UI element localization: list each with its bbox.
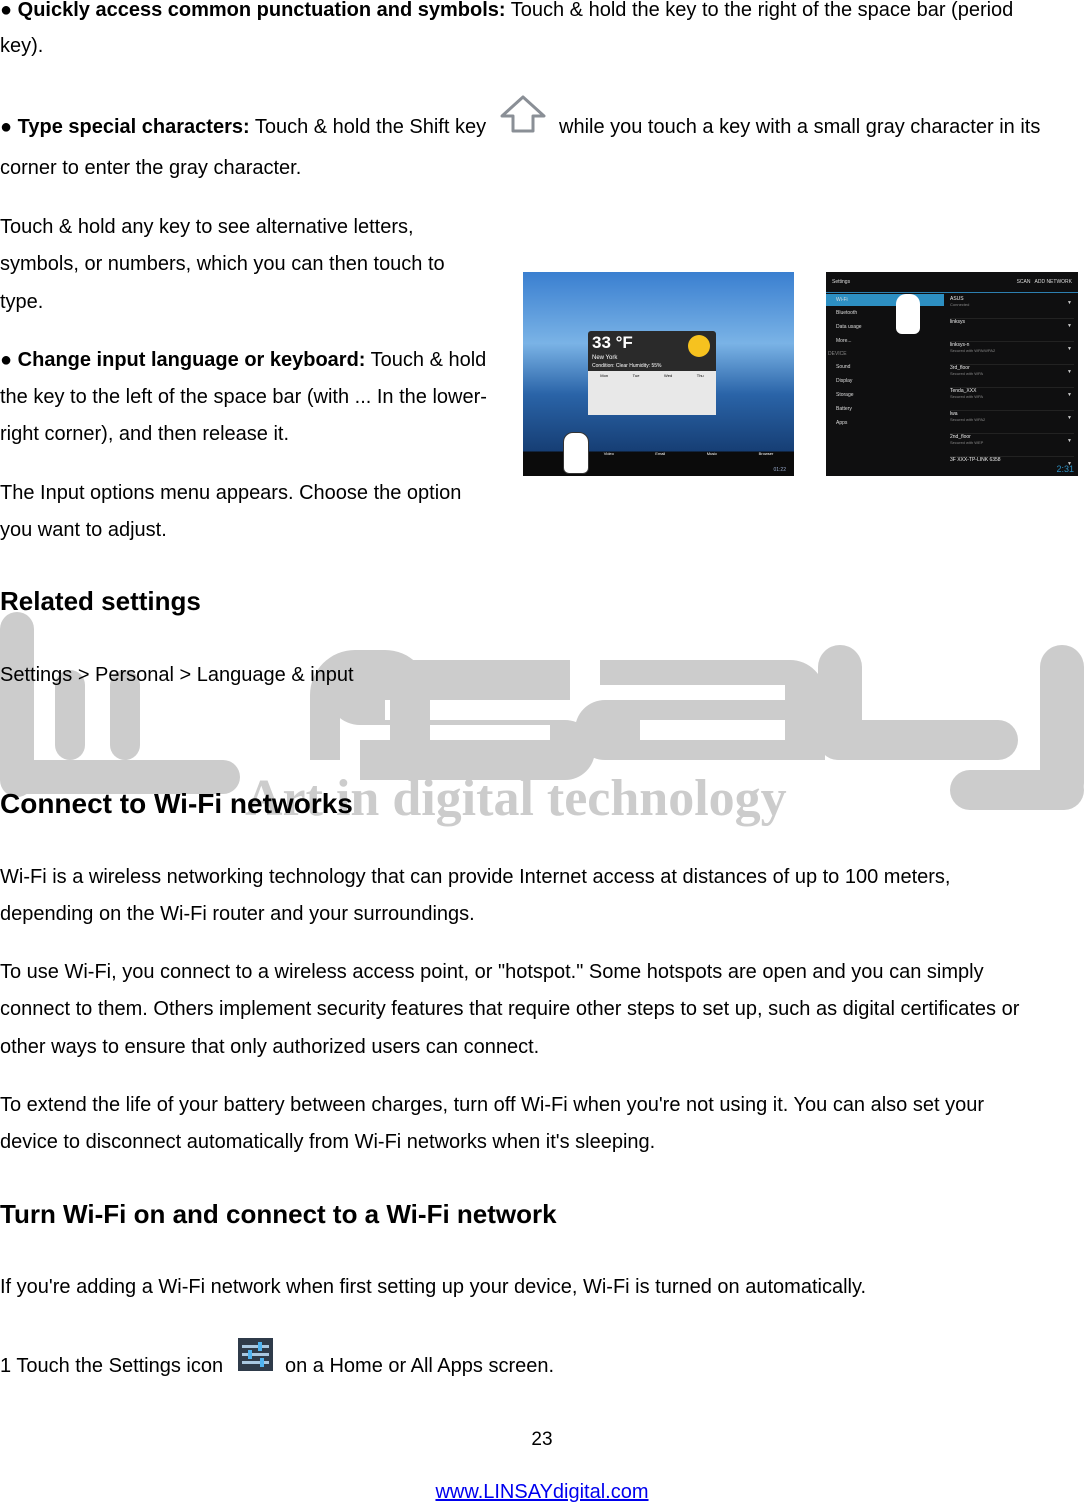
network-row: 2nd_floor Secured with WEP ▼: [950, 434, 1074, 457]
website-link[interactable]: www.LINSAYdigital.com: [435, 1481, 648, 1503]
paragraph-punctuation: ● Quickly access common punctuation and …: [0, 0, 1014, 21]
step-1-text-cont: on a Home or All Apps screen.: [285, 1355, 555, 1377]
text-line: while you touch a key with a small gray …: [559, 116, 1041, 138]
menu-item: Display: [836, 378, 853, 384]
wifi-signal-icon: ▼: [1067, 300, 1072, 306]
settings-path: Settings > Personal > Language & input: [0, 664, 354, 686]
weather-condition: Condition: Clear Humidity: 55%: [592, 363, 662, 369]
wifi-signal-icon: ▼: [1067, 438, 1072, 444]
text-line: the key to the left of the space bar (wi…: [0, 386, 487, 408]
add-network-action: ADD NETWORK: [1034, 279, 1073, 285]
dock-item: Email: [655, 451, 666, 456]
turn-on-wifi-heading: Turn Wi-Fi on and connect to a Wi-Fi net…: [0, 1199, 557, 1229]
step-1-text: 1 Touch the Settings icon: [0, 1355, 224, 1377]
menu-item: Sound: [836, 364, 851, 370]
scan-action: SCAN: [1016, 279, 1031, 285]
network-row: 3rd_floor Secured with WPA ▼: [950, 365, 1074, 388]
page-number: 23: [531, 1429, 553, 1450]
wifi-signal-icon: ▼: [1067, 369, 1072, 375]
paragraph-change-language: ● Change input language or keyboard: Tou…: [0, 349, 487, 371]
network-status: Secured with WPA: [950, 371, 984, 376]
wifi-signal-icon: ▼: [1067, 392, 1072, 398]
sun-icon: [688, 335, 710, 357]
text-line: device to disconnect automatically from …: [0, 1131, 656, 1153]
text-line: type.: [0, 291, 44, 313]
shift-arrow-icon: [500, 95, 546, 133]
text-line: If you're adding a Wi-Fi network when fi…: [0, 1276, 867, 1298]
network-status: Secured with WPA2: [950, 417, 986, 422]
network-name: linksys: [950, 319, 966, 325]
menu-item: Data usage: [836, 324, 862, 330]
text-line: key).: [0, 35, 44, 57]
menu-item: More...: [836, 338, 852, 344]
network-status: Connected: [950, 302, 970, 307]
forecast-day: Tue: [632, 373, 640, 378]
settings-title: Settings: [832, 279, 851, 285]
text-line: other ways to ensure that only authorize…: [0, 1036, 540, 1058]
network-row: linksys-n Secured with WPA/WPA2 ▼: [950, 342, 1074, 365]
network-row: lwa Secured with WPA2 ▼: [950, 411, 1074, 434]
network-row: linksys ▼: [950, 319, 1074, 342]
network-status: Secured with WPA: [950, 394, 984, 399]
text-line: The Input options menu appears. Choose t…: [0, 482, 462, 504]
forecast-day: Thu: [696, 373, 704, 378]
network-name: 3F XXX-TP-LINK 6358: [950, 457, 1001, 463]
menu-item: Battery: [836, 406, 852, 412]
status-clock: 01:22: [773, 467, 786, 473]
text-line: you want to adjust.: [0, 519, 167, 541]
hand-pointer-icon: [563, 432, 589, 474]
menu-item: Apps: [836, 420, 848, 426]
wifi-signal-icon: ▼: [1067, 323, 1072, 329]
status-clock: 2:31: [1056, 464, 1074, 474]
home-screen-screenshot: 33 °F New York Condition: Clear Humidity…: [523, 272, 794, 476]
wifi-heading: Connect to Wi-Fi networks: [0, 788, 353, 819]
weather-city: New York: [592, 355, 618, 361]
settings-screenshot: Settings SCAN ADD NETWORK Wi-Fi Bluetoot…: [826, 272, 1078, 476]
network-status: Secured with WEP: [950, 440, 984, 445]
forecast-day: Mon: [600, 373, 609, 378]
network-status: Secured with WPA/WPA2: [950, 348, 996, 353]
network-row: 3F XXX-TP-LINK 6358 ▼: [950, 457, 1074, 476]
text-line: symbols, or numbers, which you can then …: [0, 253, 445, 275]
paragraph-special-chars: ● Type special characters: Touch & hold …: [0, 116, 487, 138]
weather-temp: 33 °F: [592, 333, 633, 352]
text-line: corner to enter the gray character.: [0, 157, 302, 179]
text-line: To extend the life of your battery betwe…: [0, 1094, 985, 1116]
text-line: To use Wi-Fi, you connect to a wireless …: [0, 961, 984, 983]
forecast-day: Wed: [664, 373, 673, 378]
text-line: Wi-Fi is a wireless networking technolog…: [0, 866, 951, 888]
menu-section: DEVICE: [828, 351, 847, 357]
menu-item: Wi-Fi: [826, 294, 944, 306]
wifi-signal-icon: ▼: [1067, 415, 1072, 421]
text-line: right corner), and then release it.: [0, 423, 290, 445]
menu-item: Bluetooth: [836, 310, 858, 316]
menu-item: Storage: [836, 392, 854, 398]
dock-item: Video: [603, 451, 614, 456]
hand-pointer-icon: [896, 294, 920, 334]
network-row: ASUS Connected ▼: [950, 296, 1074, 319]
text-line: depending on the Wi-Fi router and your s…: [0, 903, 475, 925]
text-line: Touch & hold any key to see alternative …: [0, 216, 414, 238]
related-settings-heading: Related settings: [0, 586, 201, 616]
network-row: Tenda_XXX Secured with WPA ▼: [950, 388, 1074, 411]
dock-item: Music: [706, 451, 718, 456]
dock-item: Browser: [758, 451, 774, 456]
weather-widget: 33 °F New York Condition: Clear Humidity…: [588, 331, 716, 415]
wifi-signal-icon: ▼: [1067, 346, 1072, 352]
settings-sliders-icon: [238, 1338, 273, 1371]
text-line: connect to them. Others implement securi…: [0, 998, 1020, 1020]
